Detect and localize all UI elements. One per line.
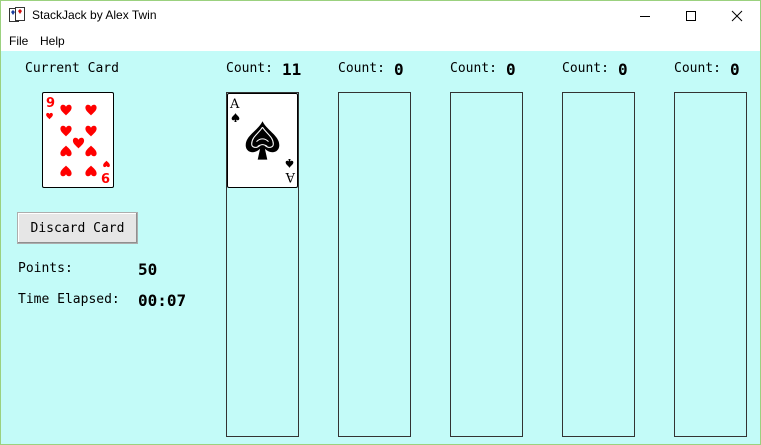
nine-of-hearts-card-face: 9 9 [46,96,110,184]
menu-bar: File Help [1,31,760,51]
menu-help[interactable]: Help [40,34,65,48]
time-elapsed-label: Time Elapsed: [18,292,120,307]
minimize-icon [640,16,650,17]
current-card-label: Current Card [25,61,119,76]
minimize-button[interactable] [622,1,668,31]
current-card-rank: 9 [46,96,55,111]
stack-2-count: 0 [394,60,404,79]
spade-ornament [245,121,280,160]
stack-1-card-rank: A [229,97,240,112]
ace-of-spades-card-face: A A [229,97,296,184]
stackjack-app-icon [9,7,25,23]
stack-5-count: 0 [730,60,740,79]
stack-1-card-rank-bottom: A [285,169,296,184]
stack-3-count: 0 [506,60,516,79]
current-card: 9 9 [42,92,114,188]
menu-file[interactable]: File [9,34,28,48]
stack-2-column[interactable] [338,92,411,437]
stack-3-column[interactable] [450,92,523,437]
close-icon [731,10,743,22]
time-elapsed-value: 00:07 [138,291,187,310]
stack-5-count-label: Count: [674,61,721,76]
maximize-icon [686,11,696,21]
discard-card-button[interactable]: Discard Card [17,212,138,244]
points-label: Points: [18,261,73,276]
stack-4-count: 0 [618,60,628,79]
stack-1-top-card[interactable]: A A [227,93,298,188]
stack-1-count-label: Count: [226,61,273,76]
maximize-button[interactable] [668,1,714,31]
points-value: 50 [138,260,158,279]
game-table: Current Card 9 9 Discard Card Points: 50… [1,51,760,444]
window-title: StackJack by Alex Twin [32,8,157,22]
current-card-rank-bottom: 9 [101,169,110,184]
close-button[interactable] [714,1,760,31]
title-bar[interactable]: StackJack by Alex Twin [1,1,760,31]
stack-2-count-label: Count: [338,61,385,76]
stack-5-column[interactable] [674,92,747,437]
stack-1-count: 11 [282,60,302,79]
stack-4-count-label: Count: [562,61,609,76]
stack-4-column[interactable] [562,92,635,437]
stack-3-count-label: Count: [450,61,497,76]
app-window: StackJack by Alex Twin File Help Current… [0,0,761,445]
